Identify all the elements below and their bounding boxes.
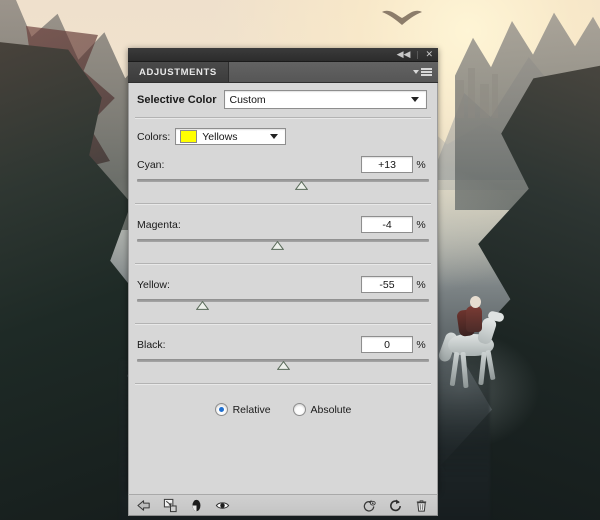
- divider: [135, 263, 431, 265]
- screen: ◀◀ ✕ ADJUSTMENTS Selective Color Custom: [0, 0, 600, 520]
- yellow-value-input[interactable]: -55: [361, 276, 413, 293]
- radio-indicator: [214, 403, 228, 416]
- bird-icon: [382, 10, 422, 25]
- slider-magenta: Magenta: -4 %: [129, 216, 437, 255]
- view-previous-state-icon[interactable]: [362, 498, 377, 513]
- yellow-slider-track[interactable]: [137, 299, 429, 315]
- chevron-down-icon: [411, 97, 419, 102]
- cyan-slider-track[interactable]: [137, 179, 429, 195]
- collapse-icon[interactable]: ◀◀: [397, 50, 411, 59]
- divider: [135, 323, 431, 325]
- slider-cyan: Cyan: +13 %: [129, 156, 437, 195]
- black-slider-track[interactable]: [137, 359, 429, 375]
- slider-black: Black: 0 %: [129, 336, 437, 375]
- slider-label: Yellow:: [137, 278, 170, 291]
- cyan-slider-thumb[interactable]: [295, 181, 309, 190]
- color-swatch: [180, 130, 198, 143]
- rider-on-horse: [437, 292, 510, 397]
- titlebar-divider: [417, 50, 419, 59]
- black-slider-thumb[interactable]: [276, 361, 290, 370]
- adjustment-header: Selective Color Custom: [129, 83, 437, 109]
- back-arrow-icon[interactable]: [137, 498, 152, 513]
- colors-row: Colors: Yellows: [129, 119, 437, 145]
- panel-titlebar[interactable]: ◀◀ ✕: [128, 48, 438, 62]
- colors-value: Yellows: [202, 130, 238, 143]
- tabstrip-filler: [228, 62, 438, 82]
- radio-absolute-label: Absolute: [310, 403, 352, 416]
- slider-yellow: Yellow: -55 %: [129, 276, 437, 315]
- panel-menu-icon[interactable]: [413, 68, 432, 76]
- black-value-input[interactable]: 0: [361, 336, 413, 353]
- preset-dropdown[interactable]: Custom: [224, 90, 427, 109]
- yellow-slider-thumb[interactable]: [196, 301, 210, 310]
- unit-label: %: [416, 158, 426, 171]
- radio-relative-label: Relative: [232, 403, 271, 416]
- colors-dropdown[interactable]: Yellows: [175, 128, 287, 145]
- clip-to-layer-icon[interactable]: [163, 498, 178, 513]
- method-radio-group: Relative Absolute: [129, 403, 437, 416]
- chevron-down-icon: [270, 134, 279, 139]
- delete-icon[interactable]: [414, 498, 429, 513]
- panel-body: Selective Color Custom Colors: Yellows C…: [128, 83, 438, 494]
- slider-label: Magenta:: [137, 218, 181, 231]
- page-title: Selective Color: [137, 93, 217, 106]
- colors-label: Colors:: [137, 130, 171, 143]
- unit-label: %: [416, 218, 426, 231]
- adjustments-panel: ◀◀ ✕ ADJUSTMENTS Selective Color Custom: [128, 48, 438, 516]
- unit-label: %: [416, 278, 426, 291]
- castle-silhouette: [452, 58, 504, 118]
- adjustment-preview-icon[interactable]: [189, 498, 204, 513]
- reset-icon[interactable]: [388, 498, 403, 513]
- cyan-value-input[interactable]: +13: [361, 156, 413, 173]
- toggle-visibility-icon[interactable]: [215, 498, 230, 513]
- unit-label: %: [416, 338, 426, 351]
- divider: [135, 203, 431, 205]
- radio-absolute[interactable]: Absolute: [292, 403, 352, 416]
- panel-footer: [128, 494, 438, 516]
- radio-indicator: [292, 403, 306, 416]
- panel-tabstrip: ADJUSTMENTS: [128, 62, 438, 83]
- radio-relative[interactable]: Relative: [214, 403, 271, 416]
- magenta-slider-thumb[interactable]: [270, 241, 284, 250]
- slider-label: Cyan:: [137, 158, 165, 171]
- magenta-slider-track[interactable]: [137, 239, 429, 255]
- magenta-value-input[interactable]: -4: [361, 216, 413, 233]
- close-icon[interactable]: ✕: [425, 50, 433, 59]
- divider: [135, 383, 431, 385]
- preset-value: Custom: [229, 93, 266, 106]
- slider-label: Black:: [137, 338, 166, 351]
- tab-adjustments[interactable]: ADJUSTMENTS: [128, 62, 229, 82]
